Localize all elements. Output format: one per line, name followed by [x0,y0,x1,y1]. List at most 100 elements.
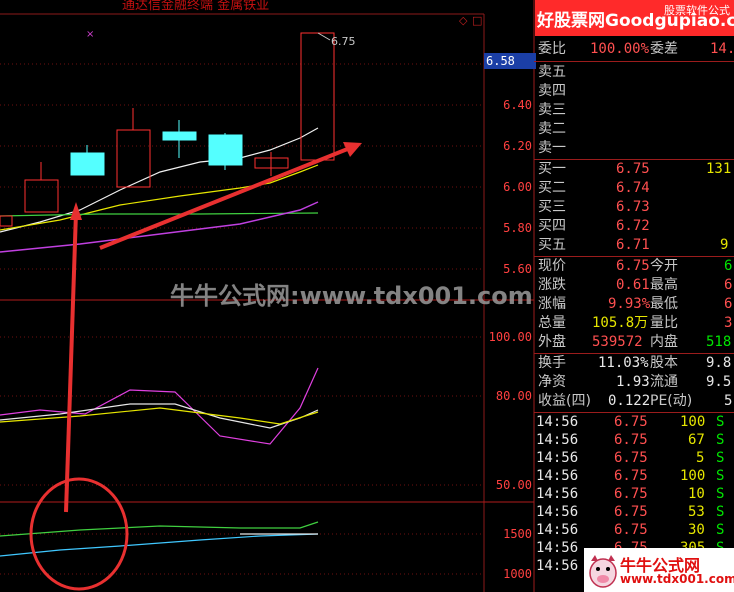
stat-value: 6 [724,296,733,312]
trade-tick-row[interactable]: 14:56 6.75 5 S [534,449,734,468]
stat-label: 最低 [650,296,678,312]
stat-row: 净资 1.93 流通 9.5 [534,373,734,392]
trade-tick-row[interactable]: 14:56 6.75 30 S [534,521,734,540]
stat-value: 6 [724,277,733,293]
weibi-label: 委比 [538,41,566,57]
sell-level-row[interactable]: 卖一 [534,139,734,158]
trade-tick-row[interactable]: 14:56 6.75 67 S [534,431,734,450]
trade-time: 14:56 [536,486,579,502]
stat-label: 流通 [650,374,678,390]
stat-label: 净资 [538,374,566,390]
buy-level-price: 6.75 [616,161,650,177]
buy-level-volume: 9 [720,237,729,253]
price-tick: 6.00 [503,180,532,194]
buy-level-row[interactable]: 买一 6.75 131 [534,160,734,179]
stat-row: 总量 105.8万 量比 3 [534,314,734,333]
trade-side: S [716,522,725,538]
peak-pointer [317,32,331,41]
last-price-tag: 6.58 [484,53,536,69]
trade-tick-row[interactable]: 14:56 6.75 53 S [534,503,734,522]
trade-time: 14:56 [536,522,579,538]
price-tick: 5.60 [503,262,532,276]
stat-value: 1.93 [616,374,650,390]
trade-side: S [716,450,725,466]
buy-level-label: 买四 [538,218,566,234]
stat-value: 9.8 [706,355,732,371]
trade-price: 6.75 [614,450,648,466]
trade-volume: 10 [688,486,705,502]
indicator-tick: 80.00 [495,389,532,403]
buy-level-label: 买二 [538,180,566,196]
buy-level-row[interactable]: 买二 6.74 [534,179,734,198]
weibi-row: 委比 100.00% 委差 14. [534,40,734,59]
trade-side: S [716,486,725,502]
stat-value: 3 [724,315,733,331]
sell-level-label: 卖一 [538,140,566,156]
buy-level-volume: 131 [706,161,732,177]
buy-level-label: 买一 [538,161,566,177]
brand-tagline: 股票软件公式 [664,4,730,17]
volume-tick: 1500 [503,527,532,541]
trade-side: S [716,432,725,448]
stat-label: 最高 [650,277,678,293]
trade-tick-row[interactable]: 14:56 6.75 10 S [534,485,734,504]
buy-level-label: 买三 [538,199,566,215]
trade-time: 14:56 [536,450,579,466]
indicator-line-magenta [0,367,319,445]
stat-label: 涨跌 [538,277,566,293]
buy-level-label: 买五 [538,237,566,253]
stat-label: 外盘 [538,334,566,350]
trade-price: 6.75 [614,486,648,502]
panel-toggle-icon: ◇ [459,14,468,27]
stat-row: 现价 6.75 今开 6 [534,257,734,276]
candle [24,179,59,213]
candle [70,152,105,176]
trade-volume: 30 [688,522,705,538]
marker-icon: × [86,29,94,40]
buy-level-row[interactable]: 买四 6.72 [534,217,734,236]
stat-value: 105.8万 [592,315,649,331]
stat-row: 换手 11.03% 股本 9.8 [534,354,734,373]
stat-label: 今开 [650,258,678,274]
indicator-tick: 100.00 [488,330,532,344]
trade-tick-row[interactable]: 14:56 6.75 100 S [534,467,734,486]
stat-label: 换手 [538,355,566,371]
buy-level-row[interactable]: 买三 6.73 [534,198,734,217]
buy-level-price: 6.71 [616,237,650,253]
stat-value: 0.61 [616,277,650,293]
trade-side: S [716,504,725,520]
trade-time: 14:56 [536,468,579,484]
trade-price: 6.75 [614,522,648,538]
sell-level-row[interactable]: 卖四 [534,82,734,101]
stat-value: 0.122 [608,393,651,409]
cow-mascot-icon [589,555,617,588]
volume-tick: 1000 [503,567,532,581]
sell-level-row[interactable]: 卖二 [534,120,734,139]
stat-row: 收益(四) 0.122 PE(动) 5 [534,392,734,411]
brand-banner[interactable]: 好股票网Goodgupiao.com 股票软件公式 [535,0,734,36]
price-tick: 6.20 [503,139,532,153]
trade-tick-row[interactable]: 14:56 6.75 100 S [534,413,734,432]
buy-level-row[interactable]: 买五 6.71 9 [534,236,734,255]
quote-panel: 委比 100.00% 委差 14. 卖五 卖四 卖三 卖二 卖一 买一 6.75… [534,36,734,592]
candle [208,134,243,166]
sell-level-label: 卖二 [538,121,566,137]
candlesticks: 6.75 [0,32,356,227]
trade-price: 6.75 [614,504,648,520]
trade-time: 14:56 [536,540,579,556]
weicha-value: 14. [710,41,734,57]
sell-level-row[interactable]: 卖五 [534,63,734,82]
trade-price: 6.75 [614,432,648,448]
sell-level-row[interactable]: 卖三 [534,101,734,120]
stat-label: 总量 [538,315,566,331]
panel-expand-icon: □ [472,14,482,27]
stat-value: 518 [706,334,732,350]
stat-row: 涨跌 0.61 最高 6 [534,276,734,295]
buy-level-price: 6.73 [616,199,650,215]
stat-label: 股本 [650,355,678,371]
stat-value: 539572 [592,334,643,350]
weicha-label: 委差 [650,41,678,57]
candle [162,131,197,141]
candle [0,215,13,227]
trade-time: 14:56 [536,504,579,520]
